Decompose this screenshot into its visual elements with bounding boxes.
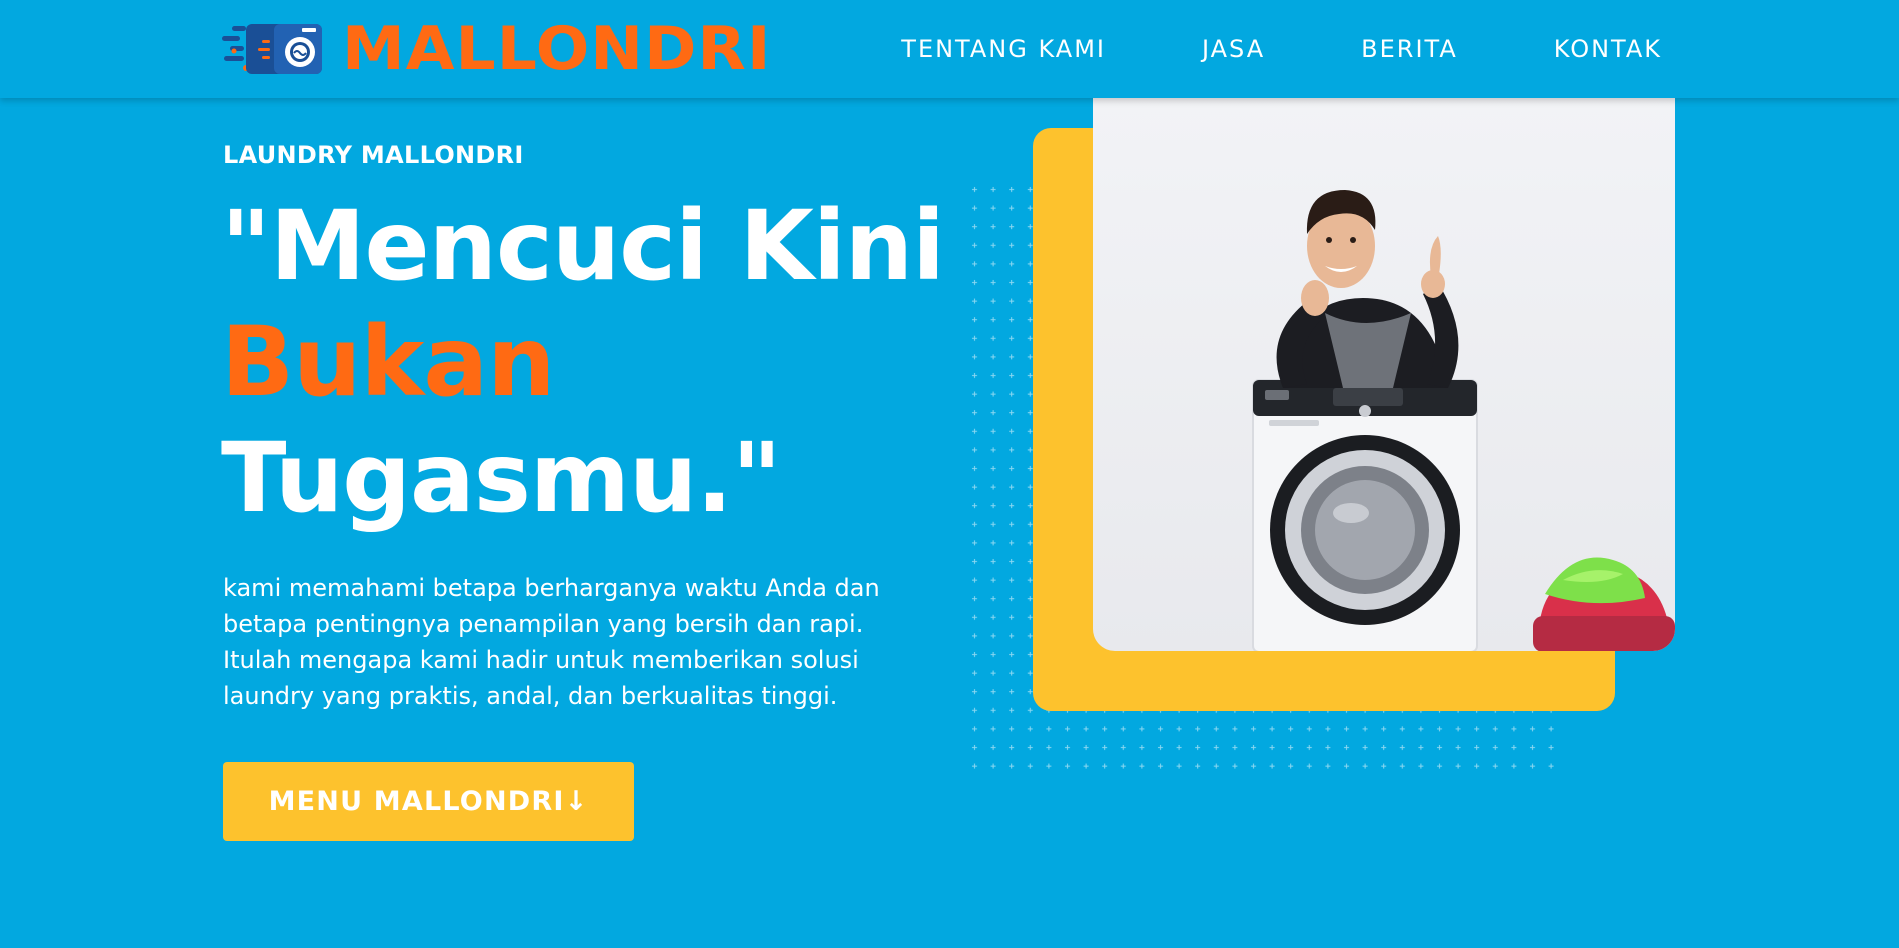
hero-headline: "Mencuci Kini Bukan Tugasmu." <box>221 188 945 536</box>
hero-description: kami memahami betapa berharganya waktu A… <box>223 574 880 710</box>
hero-eyebrow: LAUNDRY MALLONDRI <box>223 141 524 169</box>
nav-item-tentang-kami[interactable]: TENTANG KAMI <box>901 35 1106 63</box>
nav-item-jasa[interactable]: JASA <box>1202 35 1265 63</box>
nav-item-berita[interactable]: BERITA <box>1361 35 1458 63</box>
brand-name: MALLONDRI <box>342 14 772 84</box>
menu-mallondri-button[interactable]: MENU MALLONDRI↓ <box>223 762 634 841</box>
nav-item-kontak[interactable]: KONTAK <box>1554 35 1662 63</box>
navbar: MALLONDRI TENTANG KAMI JASA BERITA KONTA… <box>0 0 1899 98</box>
hero-photo <box>1093 98 1675 651</box>
headline-line-2-accent: Bukan <box>221 306 555 418</box>
headline-line-1: "Mencuci Kini <box>221 190 945 302</box>
main-nav: TENTANG KAMI JASA BERITA KONTAK <box>901 0 1662 98</box>
brand-logo-link[interactable]: MALLONDRI <box>222 19 770 79</box>
man-with-washing-machine-illustration <box>1252 190 1675 651</box>
headline-line-3: Tugasmu." <box>221 422 782 534</box>
landing-page: MALLONDRI TENTANG KAMI JASA BERITA KONTA… <box>0 0 1899 948</box>
washing-machine-logo-icon <box>222 22 324 76</box>
